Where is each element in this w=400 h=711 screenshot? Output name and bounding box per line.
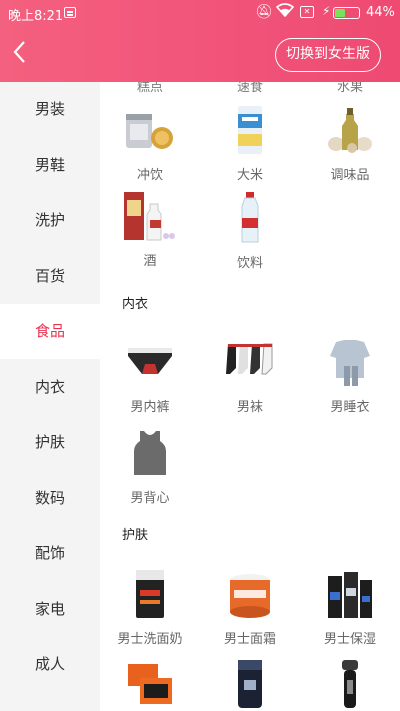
item-label: 男内裤 [130,400,170,415]
header-bar: 晚上8:21 🔕︎ ✕ ⚡︎ 44% 切换到女生版 [0,0,400,82]
item-label: 男士保湿 [323,632,376,647]
sidebar-item[interactable]: 数码 [0,471,100,526]
face-cream-icon [222,568,278,620]
battery-icon [333,7,360,19]
liquor-icon [122,190,178,242]
face-wash-icon [122,568,178,620]
item-label: 酒 [143,254,157,269]
item-label: 男袜 [236,400,263,415]
item-label: 饮料 [236,256,263,271]
moisturizer-icon [322,568,378,620]
category-item-face-wash[interactable]: 男士洗面奶 [100,568,200,647]
back-button[interactable] [10,38,36,68]
category-label-fruit[interactable]: 水果 [300,82,400,95]
item-label: 男睡衣 [330,400,370,415]
category-item-beverage[interactable]: 饮料 [200,192,300,271]
item-label: 调味品 [330,168,370,183]
water-bottle-icon [222,192,278,244]
sidebar-item[interactable]: 洗护 [0,193,100,248]
sidebar-item[interactable]: 百货 [0,249,100,304]
category-item-shaver[interactable] [300,658,400,710]
item-label: 男士洗面奶 [117,632,183,647]
face-mask-icon [122,658,178,710]
status-bar: 晚上8:21 🔕︎ ✕ ⚡︎ 44% [0,0,400,26]
rice-bag-icon [222,104,278,156]
charging-icon: ⚡︎ [322,4,331,18]
pajamas-icon [322,336,378,388]
item-label: 大米 [236,168,263,183]
status-time: 晚上8:21 [8,9,64,24]
category-sidebar: 男装 男鞋 洗护 百货 食品 内衣 护肤 数码 配饰 家电 成人 [0,82,100,711]
item-label: 男士面霜 [223,632,276,647]
bell-muted-icon: 🔕︎ [255,4,273,20]
shaver-icon [322,658,378,710]
sidebar-item[interactable]: 配饰 [0,526,100,581]
category-item-drinks-powder[interactable]: 冲饮 [100,104,200,183]
cream-bottle-icon [222,658,278,710]
wifi-icon [275,3,295,21]
sidebar-item[interactable]: 护肤 [0,415,100,470]
category-item-moisturizer[interactable]: 男士保湿 [300,568,400,647]
socks-icon [222,336,278,388]
sim-icon: ✕ [300,6,314,18]
category-item-face-mask[interactable] [100,658,200,710]
sidebar-item[interactable]: 成人 [0,637,100,692]
category-item-rice[interactable]: 大米 [200,104,300,183]
tea-tin-icon [122,104,178,156]
category-item-cream-bottle[interactable] [200,658,300,710]
sidebar-item[interactable]: 男装 [0,82,100,137]
sidebar-item[interactable]: 内衣 [0,360,100,415]
category-item-pajamas[interactable]: 男睡衣 [300,336,400,415]
category-label-cakes[interactable]: 糕点 [100,82,200,95]
chevron-left-icon [13,41,25,63]
category-item-tank-top[interactable]: 男背心 [100,427,200,506]
category-content: 糕点 速食 水果 冲饮 大米 调味品 酒 饮料 内衣 男内裤 男袜 男睡衣 男背… [100,82,400,711]
category-item-socks[interactable]: 男袜 [200,336,300,415]
tank-top-icon [122,427,178,479]
section-title-skincare: 护肤 [122,528,149,543]
battery-percent: 44% [366,5,395,20]
sidebar-item[interactable]: 食品 [0,304,100,359]
seasoning-icon [322,104,378,156]
briefs-icon [122,336,178,388]
item-label: 冲饮 [136,168,163,183]
sidebar-item[interactable]: 家电 [0,582,100,637]
category-item-briefs[interactable]: 男内裤 [100,336,200,415]
category-item-liquor[interactable]: 酒 [100,190,200,269]
section-title-underwear: 内衣 [122,297,149,312]
switch-gender-button[interactable]: 切换到女生版 [275,38,381,72]
category-item-seasoning[interactable]: 调味品 [300,104,400,183]
category-item-face-cream[interactable]: 男士面霜 [200,568,300,647]
category-label-instant[interactable]: 速食 [200,82,300,95]
message-icon [64,7,76,18]
sidebar-item[interactable]: 男鞋 [0,138,100,193]
item-label: 男背心 [130,491,170,506]
